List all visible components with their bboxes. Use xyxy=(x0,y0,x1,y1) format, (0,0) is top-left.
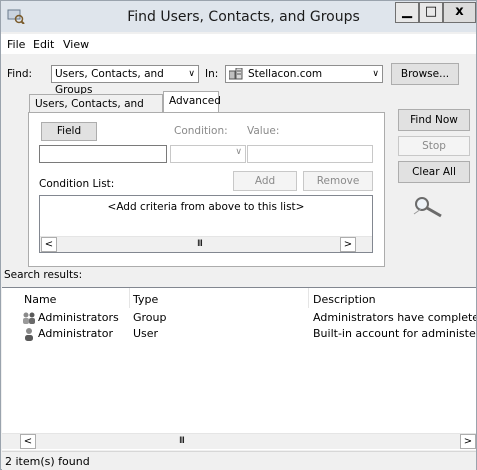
menu-bar: File Edit View xyxy=(1,34,476,54)
status-bar: 2 item(s) found xyxy=(2,451,476,470)
condition-label: Condition: xyxy=(174,125,228,137)
search-icon xyxy=(413,197,442,218)
value-input[interactable] xyxy=(247,145,373,163)
scroll-right-icon[interactable]: > xyxy=(460,434,476,449)
close-icon: x xyxy=(455,4,464,19)
result-type: Group xyxy=(133,311,167,324)
field-input[interactable] xyxy=(39,145,167,163)
find-type-value: Users, Contacts, and Groups xyxy=(55,68,164,96)
find-type-select[interactable]: Users, Contacts, and Groups ∨ xyxy=(51,65,199,96)
column-header-description[interactable]: Description xyxy=(313,293,376,306)
result-description: Administrators have complete and xyxy=(313,311,476,324)
tab-users-contacts-groups[interactable]: Users, Contacts, and Groups xyxy=(29,94,163,128)
scroll-right-icon[interactable]: > xyxy=(340,237,356,252)
remove-button[interactable]: Remove xyxy=(303,171,373,191)
clear-all-button[interactable]: Clear All xyxy=(398,161,470,183)
column-separator[interactable] xyxy=(129,288,130,308)
status-text: 2 item(s) found xyxy=(5,455,90,468)
condition-list[interactable]: <Add criteria from above to this list> <… xyxy=(39,195,373,253)
tab-advanced[interactable]: Advanced xyxy=(163,91,221,113)
scroll-grip-icon[interactable]: III xyxy=(197,239,203,249)
result-name: Administrators xyxy=(38,311,119,324)
condition-list-label: Condition List: xyxy=(39,178,115,190)
column-header-type[interactable]: Type xyxy=(133,293,158,306)
window-title: Find Users, Contacts, and Groups xyxy=(127,9,360,25)
column-separator[interactable] xyxy=(308,288,309,308)
result-type: User xyxy=(133,327,159,340)
search-results-label: Search results: xyxy=(4,269,83,281)
find-label: Find: xyxy=(7,68,33,80)
close-button[interactable]: x xyxy=(443,2,476,23)
in-domain-select[interactable]: Stellacon.com ∨ xyxy=(225,65,383,83)
result-name: Administrator xyxy=(38,327,113,340)
field-button-label: Field xyxy=(56,125,82,137)
group-icon xyxy=(23,312,35,324)
find-app-icon xyxy=(7,9,25,24)
menu-view[interactable]: View xyxy=(63,38,89,51)
scroll-left-icon[interactable]: < xyxy=(41,237,57,252)
domain-icon xyxy=(229,68,243,80)
minimize-button[interactable]: ▁ xyxy=(395,2,419,23)
field-button[interactable]: Field xyxy=(41,122,97,141)
maximize-icon: □ xyxy=(424,4,438,19)
chevron-down-icon: ∨ xyxy=(188,69,195,79)
result-description: Built-in account for administering t xyxy=(313,327,476,340)
maximize-button[interactable]: □ xyxy=(419,2,443,23)
condition-list-scrollbar[interactable]: < III > xyxy=(40,236,372,252)
scroll-left-icon[interactable]: < xyxy=(20,434,36,449)
menu-file[interactable]: File xyxy=(7,38,25,51)
results-scrollbar[interactable]: < III > xyxy=(2,433,476,449)
chevron-down-icon: ∨ xyxy=(372,69,379,79)
browse-button[interactable]: Browse... xyxy=(391,63,459,85)
result-row[interactable]: Administrator User Built-in account for … xyxy=(2,326,476,342)
in-domain-value: Stellacon.com xyxy=(248,68,323,80)
title-bar[interactable]: Find Users, Contacts, and Groups ▁ □ x xyxy=(1,1,476,32)
stop-button[interactable]: Stop xyxy=(398,136,470,156)
find-now-button[interactable]: Find Now xyxy=(398,109,470,131)
find-dialog-window: Find Users, Contacts, and Groups ▁ □ x F… xyxy=(0,0,477,470)
minimize-icon: ▁ xyxy=(402,4,412,19)
add-button[interactable]: Add xyxy=(233,171,297,191)
search-results-list[interactable]: Name Type Description Administrators Gro… xyxy=(2,287,476,450)
scroll-grip-icon[interactable]: III xyxy=(179,436,185,446)
menu-edit[interactable]: Edit xyxy=(33,38,54,51)
condition-select[interactable]: ∨ xyxy=(170,145,246,163)
chevron-down-icon: ∨ xyxy=(235,147,242,157)
value-label: Value: xyxy=(247,125,280,137)
result-row[interactable]: Administrators Group Administrators have… xyxy=(2,310,476,326)
user-icon xyxy=(25,328,33,341)
column-header-name[interactable]: Name xyxy=(24,293,56,306)
condition-list-placeholder: <Add criteria from above to this list> xyxy=(107,201,305,213)
in-label: In: xyxy=(205,68,219,80)
